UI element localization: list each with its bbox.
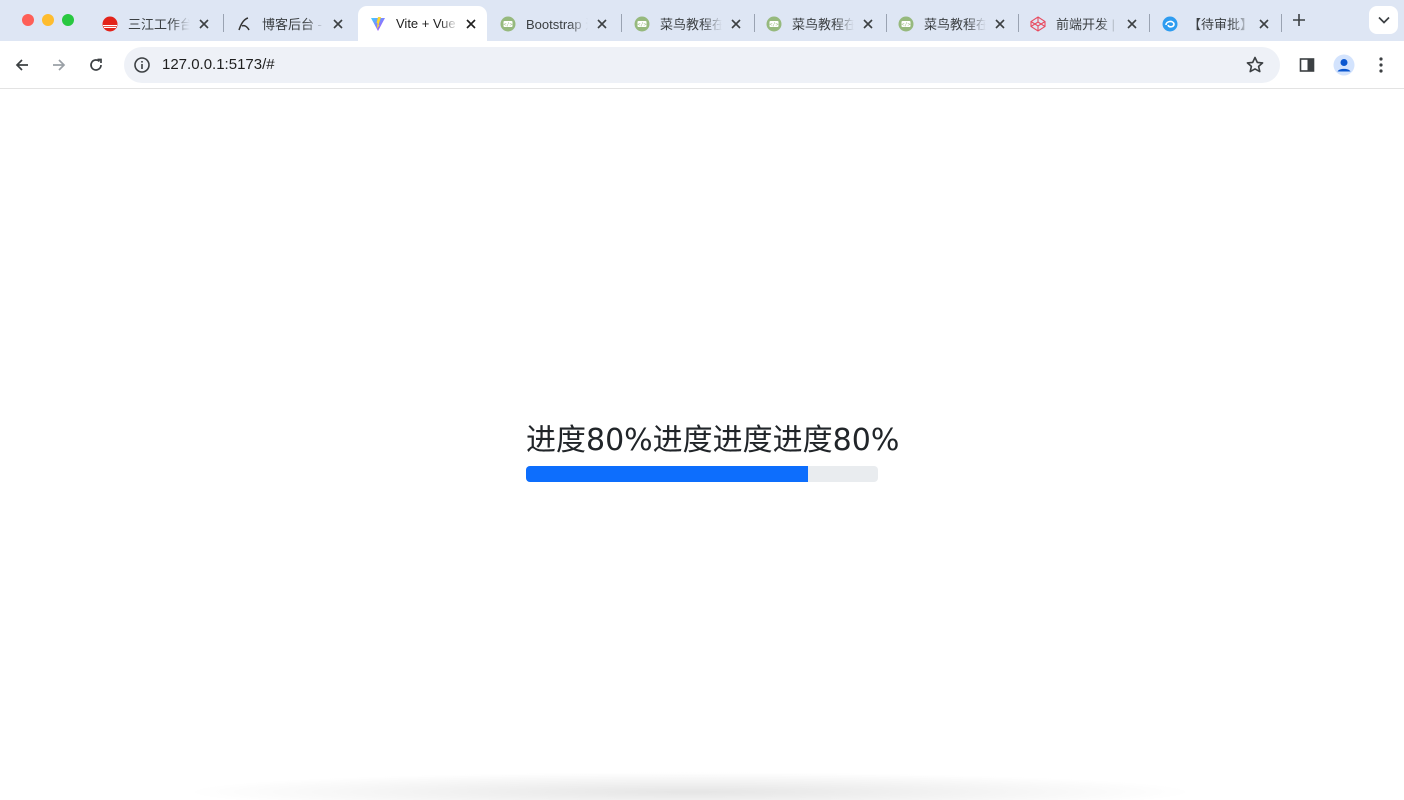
runoob-icon: </> (634, 16, 650, 32)
tab-runoob-3[interactable]: </> 菜鸟教程在线编辑器 (886, 6, 1016, 41)
reload-button[interactable] (84, 53, 108, 77)
tab-frontend-dev[interactable]: 前端开发 | 工具 (1018, 6, 1148, 41)
tab-runoob-1[interactable]: </> 菜鸟教程在线编辑器 (622, 6, 752, 41)
close-tab-icon[interactable] (196, 16, 212, 32)
close-tab-icon[interactable] (860, 16, 876, 32)
page-content: 进度80%进度进度进度80% (0, 89, 1404, 800)
tab-search-button[interactable] (1369, 6, 1398, 34)
tab-title: Bootstrap 进度条 (526, 17, 588, 32)
tab-blog-admin[interactable]: 博客后台 - 文章 (224, 6, 354, 41)
tab-title: 菜鸟教程在线编辑器 (924, 17, 986, 32)
codepen-icon (1030, 15, 1046, 32)
close-tab-icon[interactable] (1256, 16, 1272, 32)
new-tab-button[interactable] (1289, 10, 1309, 30)
forward-arrow-icon (53, 59, 66, 71)
close-window-button[interactable] (22, 14, 34, 26)
back-button[interactable] (10, 53, 34, 77)
plus-icon (1293, 14, 1305, 26)
close-tab-icon[interactable] (1124, 16, 1140, 32)
close-tab-icon[interactable] (728, 16, 744, 32)
red-circle-icon (102, 16, 118, 32)
browser-menu-button[interactable] (1369, 53, 1393, 77)
runoob-icon: </> (898, 16, 914, 32)
profile-icon (1333, 54, 1355, 76)
vite-logo-icon (370, 16, 386, 32)
progress-bar-track (526, 466, 878, 482)
tab-title: 菜鸟教程在线编辑器 (792, 17, 854, 32)
url-text[interactable]: 127.0.0.1:5173/# (162, 56, 275, 73)
maximize-window-button[interactable] (62, 14, 74, 26)
tab-vite-vue[interactable]: Vite + Vue (358, 6, 487, 41)
back-arrow-icon (15, 59, 28, 71)
side-panel-icon (1299, 58, 1315, 72)
swirl-logo-icon (1162, 16, 1178, 32)
progress-label: 进度80%进度进度进度80% (526, 423, 900, 458)
address-bar[interactable]: 127.0.0.1:5173/# (124, 47, 1280, 83)
pen-logo-icon (236, 16, 252, 32)
kebab-menu-icon (1379, 57, 1383, 73)
tab-title: 前端开发 | 工具 (1056, 17, 1118, 32)
svg-text:</>: </> (637, 22, 646, 28)
browser-window: 三江工作台 博客后台 - 文章 Vite + Vue (0, 0, 1404, 800)
tab-bootstrap[interactable]: </> Bootstrap 进度条 (488, 6, 618, 41)
close-tab-icon[interactable] (594, 16, 610, 32)
site-info-icon[interactable] (133, 56, 151, 74)
tab-strip: 三江工作台 博客后台 - 文章 Vite + Vue (0, 0, 1404, 41)
svg-text:</>: </> (769, 22, 778, 28)
close-tab-icon[interactable] (992, 16, 1008, 32)
reload-icon (90, 58, 102, 71)
browser-toolbar: 127.0.0.1:5173/# (0, 41, 1404, 89)
tab-separator (1281, 14, 1282, 32)
tab-title: Vite + Vue (396, 16, 456, 31)
svg-text:</>: </> (901, 22, 910, 28)
close-tab-icon[interactable] (330, 16, 346, 32)
tab-title: 博客后台 - 文章 (262, 17, 324, 32)
tab-pending-approval[interactable]: 【待审批】 (1150, 6, 1280, 41)
runoob-icon: </> (500, 16, 516, 32)
side-panel-button[interactable] (1295, 53, 1319, 77)
profile-button[interactable] (1332, 53, 1356, 77)
forward-button[interactable] (47, 53, 71, 77)
tab-runoob-2[interactable]: </> 菜鸟教程在线编辑器 (754, 6, 884, 41)
bottom-shadow (180, 772, 1200, 800)
tab-title: 三江工作台 (128, 17, 190, 32)
tab-sanjiang[interactable]: 三江工作台 (90, 6, 220, 41)
tab-title: 菜鸟教程在线编辑器 (660, 17, 722, 32)
chevron-down-icon (1377, 16, 1390, 24)
minimize-window-button[interactable] (42, 14, 54, 26)
close-tab-icon[interactable] (463, 16, 479, 32)
runoob-icon: </> (766, 16, 782, 32)
svg-text:</>: </> (503, 22, 512, 28)
bookmark-star-icon[interactable] (1245, 55, 1265, 75)
progress-bar-fill (526, 466, 808, 482)
tab-title: 【待审批】 (1188, 17, 1250, 32)
